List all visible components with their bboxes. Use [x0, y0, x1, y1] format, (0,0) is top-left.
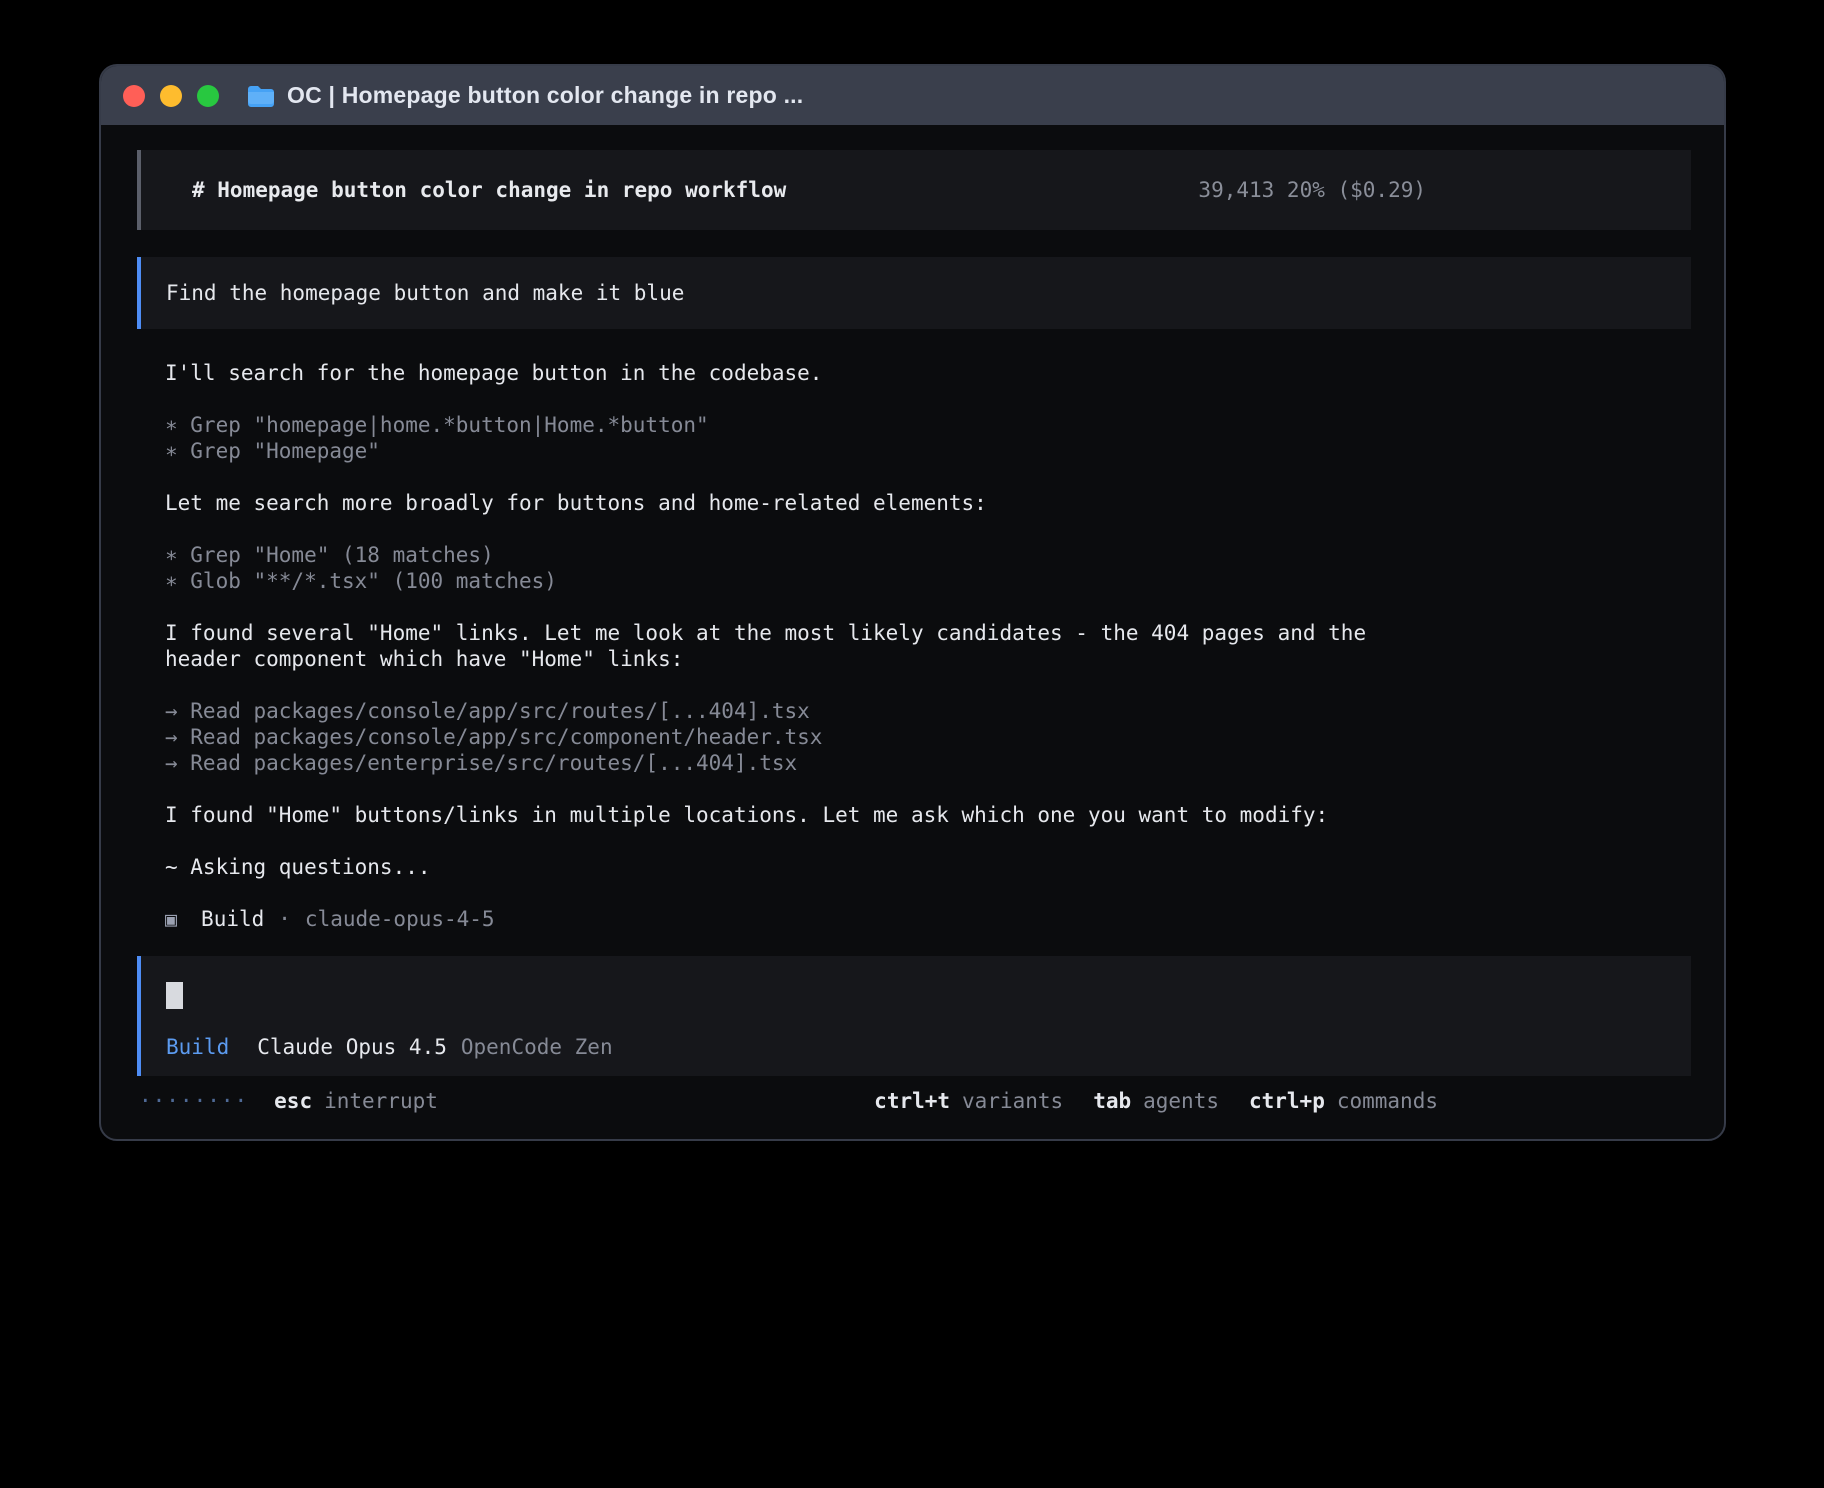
terminal-window: OC | Homepage button color change in rep…	[99, 64, 1726, 1141]
shortcut-label: commands	[1337, 1088, 1438, 1114]
shortcut-label: agents	[1143, 1088, 1219, 1114]
prompt-input[interactable]: Build Claude Opus 4.5 OpenCode Zen	[137, 956, 1691, 1076]
folder-icon	[247, 85, 275, 107]
minimize-window-button[interactable]	[160, 85, 182, 107]
zoom-window-button[interactable]	[197, 85, 219, 107]
tool-call-line: ∗ Grep "homepage|home.*button|Home.*butt…	[165, 412, 1445, 438]
input-mode: Build	[166, 1034, 229, 1060]
spinner-dots: ········	[139, 1088, 248, 1114]
user-message-text: Find the homepage button and make it blu…	[166, 280, 684, 306]
close-window-button[interactable]	[123, 85, 145, 107]
shortcut-key: tab	[1093, 1088, 1131, 1114]
tool-call-line: ∗ Grep "Homepage"	[165, 438, 1445, 464]
text-cursor	[166, 982, 183, 1009]
assistant-text: Let me search more broadly for buttons a…	[165, 490, 1445, 516]
input-model: Claude Opus 4.5	[257, 1034, 447, 1060]
assistant-text: I'll search for the homepage button in t…	[165, 360, 1445, 386]
tool-call-group: → Read packages/console/app/src/routes/[…	[165, 698, 1445, 776]
status-bar: ········ esc interrupt ctrl+t variants t…	[101, 1088, 1724, 1114]
titlebar[interactable]: OC | Homepage button color change in rep…	[101, 66, 1724, 125]
user-message-panel: Find the homepage button and make it blu…	[137, 257, 1691, 329]
esc-key: esc	[274, 1088, 312, 1114]
shortcut-commands: ctrl+p commands	[1249, 1088, 1438, 1114]
traffic-lights	[101, 85, 219, 107]
shortcut-agents: tab agents	[1093, 1088, 1219, 1114]
session-metrics: 39,413 20% ($0.29)	[1198, 177, 1691, 203]
agent-model: claude-opus-4-5	[305, 906, 495, 932]
agent-separator: ·	[278, 906, 291, 932]
input-status-row: Build Claude Opus 4.5 OpenCode Zen	[166, 1034, 1666, 1060]
shortcut-key: ctrl+p	[1249, 1088, 1325, 1114]
assistant-text: I found several "Home" links. Let me loo…	[165, 620, 1445, 672]
terminal-content: # Homepage button color change in repo w…	[101, 125, 1724, 1116]
agent-status-icon: ▣	[165, 906, 177, 932]
input-provider: OpenCode Zen	[461, 1034, 613, 1060]
conversation: I'll search for the homepage button in t…	[165, 360, 1445, 932]
tool-call-line: ∗ Glob "**/*.tsx" (100 matches)	[165, 568, 1445, 594]
shortcut-key: ctrl+t	[874, 1088, 950, 1114]
window-title: OC | Homepage button color change in rep…	[287, 82, 803, 109]
esc-label: interrupt	[324, 1088, 438, 1114]
session-header: # Homepage button color change in repo w…	[137, 150, 1691, 230]
tool-call-line: ∗ Grep "Home" (18 matches)	[165, 542, 1445, 568]
session-title: # Homepage button color change in repo w…	[192, 177, 786, 203]
agent-status-line: ▣ Build · claude-opus-4-5	[165, 906, 1445, 932]
tool-call-line: → Read packages/enterprise/src/routes/[.…	[165, 750, 1445, 776]
assistant-text: I found "Home" buttons/links in multiple…	[165, 802, 1445, 828]
status-left: ········ esc interrupt	[139, 1088, 438, 1114]
tool-call-line: → Read packages/console/app/src/componen…	[165, 724, 1445, 750]
tool-call-line: → Read packages/console/app/src/routes/[…	[165, 698, 1445, 724]
agent-name: Build	[201, 906, 264, 932]
status-right: ctrl+t variants tab agents ctrl+p comman…	[844, 1088, 1438, 1114]
assistant-status-text: ~ Asking questions...	[165, 854, 1445, 880]
tool-call-group: ∗ Grep "Home" (18 matches) ∗ Glob "**/*.…	[165, 542, 1445, 594]
shortcut-label: variants	[962, 1088, 1063, 1114]
shortcut-variants: ctrl+t variants	[874, 1088, 1063, 1114]
tool-call-group: ∗ Grep "homepage|home.*button|Home.*butt…	[165, 412, 1445, 464]
